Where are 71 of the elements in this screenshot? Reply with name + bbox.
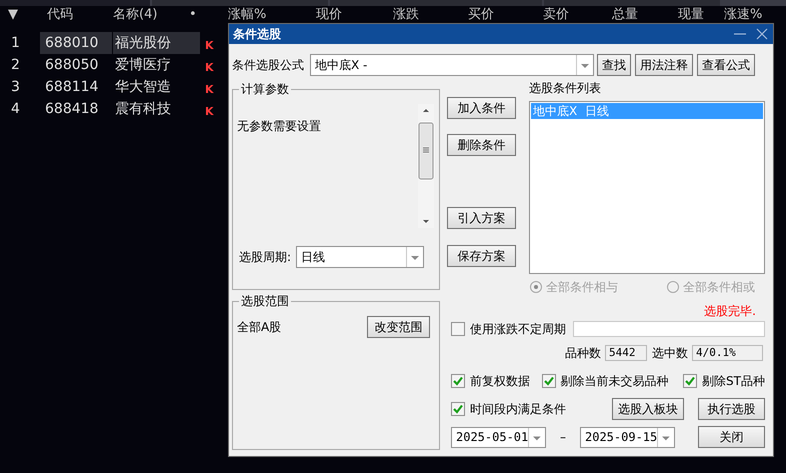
dialog-button[interactable]: 执行选股	[698, 398, 765, 420]
scope-text: 全部A股	[237, 318, 282, 336]
checkbox[interactable]	[451, 402, 465, 416]
selected-count-field: 4/0.1%	[692, 345, 763, 361]
table-cell-text: 爱博医疗	[114, 56, 172, 75]
chart-flag[interactable]: K	[205, 60, 214, 74]
table-cell-text: 华大智造	[114, 78, 172, 97]
field-label: 选股周期:	[239, 248, 292, 266]
date-separator: –	[559, 430, 567, 444]
checkbox[interactable]	[542, 374, 556, 388]
row-number: 1	[10, 35, 21, 51]
table-cell-text: 688114	[44, 78, 100, 97]
column-header[interactable]: 现量	[678, 7, 704, 22]
count-field: 5442	[605, 345, 647, 361]
checkbox-label: 剔除ST品种	[702, 372, 765, 390]
dialog-button[interactable]: 保存方案	[447, 245, 516, 267]
table-cell: 688010	[40, 32, 112, 54]
formula-dropdown[interactable]: 地中底X -	[310, 54, 594, 76]
period-input[interactable]	[573, 321, 765, 337]
column-header[interactable]: 卖价	[543, 7, 569, 22]
dialog-button[interactable]: 删除条件	[447, 134, 516, 156]
group-title: 计算参数	[239, 82, 291, 96]
row-number: 3	[10, 79, 21, 95]
list-label: 选股条件列表	[529, 80, 602, 97]
dialog-button[interactable]: 选股入板块	[612, 398, 684, 420]
checkbox-label: 前复权数据	[470, 372, 530, 390]
checkbox-label: 剔除当前未交易品种	[560, 372, 669, 390]
status-text: 选股完毕.	[704, 303, 756, 319]
column-header[interactable]: 涨速%	[724, 7, 762, 22]
checkbox[interactable]	[683, 374, 698, 388]
radio-label: 全部条件相与	[546, 278, 618, 296]
field-label: 条件选股公式	[232, 56, 304, 74]
dialog-button[interactable]: 加入条件	[447, 97, 516, 119]
dialog-button[interactable]: 用法注释	[635, 54, 693, 76]
field-label: 品种数	[565, 344, 601, 362]
period-dropdown[interactable]: 日线	[296, 246, 424, 268]
column-header[interactable]: 名称(4)	[113, 7, 158, 22]
column-header[interactable]: 涨跌	[393, 7, 419, 22]
checkbox-label: 使用涨跌不定周期	[470, 320, 566, 338]
field-label: 选中数	[652, 344, 688, 362]
params-message: 无参数需要设置	[236, 118, 322, 135]
table-cell: 福光股份	[113, 32, 200, 54]
chart-flag[interactable]: K	[205, 104, 214, 118]
group-title: 选股范围	[239, 294, 291, 308]
checkbox-label: 时间段内满足条件	[470, 400, 566, 418]
row-number: 4	[10, 101, 21, 117]
change-range-button[interactable]: 改变范围	[367, 316, 430, 338]
close-button[interactable]: 关闭	[698, 426, 765, 448]
column-header[interactable]: 现价	[316, 7, 342, 22]
dialog-button[interactable]: 查找	[597, 54, 631, 76]
dialog-button[interactable]: 引入方案	[447, 207, 516, 229]
table-cell-text: 688418	[44, 100, 100, 119]
chart-flag[interactable]: K	[205, 82, 214, 96]
column-header[interactable]: •	[189, 7, 197, 22]
column-header[interactable]: ▼	[8, 7, 18, 22]
table-cell-text: 震有科技	[114, 100, 172, 119]
column-header[interactable]: 买价	[468, 7, 494, 22]
row-number: 2	[10, 57, 21, 73]
date-dropdown[interactable]: 2025-05-01	[451, 426, 546, 448]
date-dropdown[interactable]: 2025-09-15	[580, 426, 675, 448]
column-header[interactable]: 总量	[612, 7, 638, 22]
column-header[interactable]: 涨幅%	[228, 7, 266, 22]
checkbox[interactable]	[451, 322, 465, 336]
table-cell-text: 688050	[44, 56, 100, 75]
close-icon[interactable]	[755, 27, 769, 41]
window-title: 条件选股	[233, 26, 282, 42]
chart-flag[interactable]: K	[205, 38, 214, 52]
radio-label: 全部条件相或	[683, 278, 756, 296]
column-header[interactable]: 代码	[47, 7, 73, 22]
dialog-button[interactable]: 查看公式	[697, 54, 755, 76]
checkbox[interactable]	[451, 374, 465, 388]
